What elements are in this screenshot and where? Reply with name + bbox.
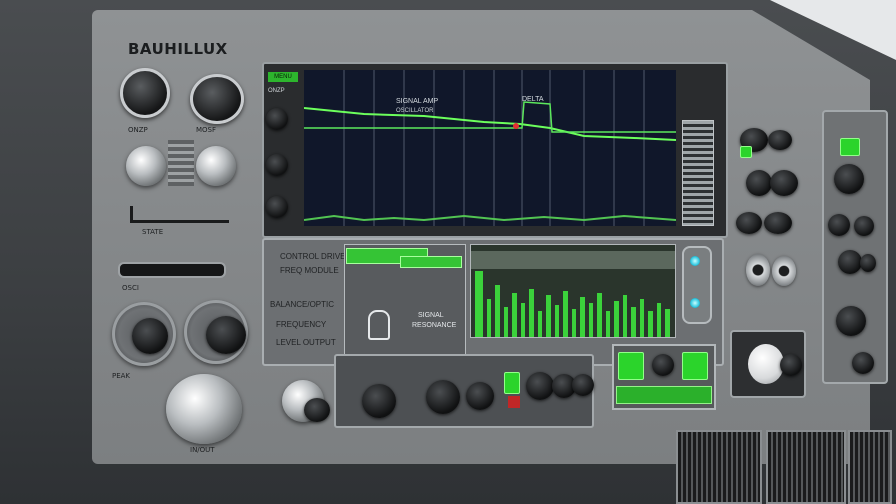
status-bar-2 [400, 256, 462, 268]
white-knob-side-cap[interactable] [780, 354, 802, 376]
screen-side-knob-1[interactable] [266, 108, 288, 130]
mid-tag-1: SIGNAL [418, 312, 444, 319]
mid-tag-2: RESONANCE [412, 322, 457, 329]
left-chrome-knob-1[interactable] [126, 146, 166, 186]
mid-label-left-top: CONTROL DRIVE [280, 252, 346, 261]
side-level-meter [682, 120, 714, 226]
scope-subtitle: OSCILLATOR [396, 108, 434, 114]
module-knob[interactable] [652, 354, 674, 376]
oscilloscope-waveform [304, 70, 676, 226]
left-upper-knob-2[interactable] [190, 74, 244, 124]
brand-logo: BAUHILLUX [128, 40, 228, 58]
spectrum-bars [471, 245, 675, 337]
right-column-knob-3[interactable] [854, 216, 874, 236]
left-label-3: STATE [142, 228, 164, 236]
right-column-green-light [840, 138, 860, 156]
switch-grille [168, 140, 194, 186]
left-chrome-knob-2[interactable] [196, 146, 236, 186]
bottom-red-indicator [508, 396, 520, 408]
right-column-knob-5[interactable] [860, 254, 876, 272]
right-knob-6[interactable] [764, 212, 792, 234]
right-column-knob-6[interactable] [836, 306, 866, 336]
spectrum-display [470, 244, 676, 338]
right-column-knob-7[interactable] [852, 352, 874, 374]
bottom-knob-2[interactable] [426, 380, 460, 414]
vent-grille-2 [766, 430, 846, 504]
left-label-5: PEAK [112, 372, 131, 380]
left-label-2: MOSF [196, 126, 217, 134]
right-knob-4[interactable] [770, 170, 798, 196]
bottom-knob-6[interactable] [572, 374, 594, 396]
scope-right-title: DELTA [522, 96, 544, 103]
right-knob-5[interactable] [736, 212, 762, 234]
mid-label-row2: FREQUENCY [276, 320, 327, 329]
mid-label-row3: LEVEL OUTPUT [276, 338, 336, 347]
left-label-1: ONZP [128, 126, 148, 134]
scope-title: SIGNAL AMP [396, 98, 439, 105]
module-green-light-2 [682, 352, 708, 380]
lock-icon [368, 310, 390, 340]
bottom-knob-4[interactable] [526, 372, 554, 400]
right-column-knob-1[interactable] [834, 164, 864, 194]
vent-grille-1 [676, 430, 762, 504]
module-green-strip [616, 386, 712, 404]
bottom-chrome-knob-cap[interactable] [304, 398, 330, 422]
module-green-light-1 [618, 352, 644, 380]
bottom-knob-1[interactable] [362, 384, 396, 418]
status-led-1 [690, 256, 700, 266]
left-ring-knob-1-cap[interactable] [132, 318, 168, 354]
input-jack-1[interactable] [746, 254, 770, 286]
bottom-green-indicator [504, 372, 520, 394]
screen-badge: MENU [268, 72, 298, 82]
left-label-4: OSCI [122, 284, 139, 292]
vent-grille-3 [848, 430, 892, 504]
fader-slot[interactable] [118, 262, 226, 278]
right-knob-3[interactable] [746, 170, 772, 196]
screen-side-label-1: ONZP [268, 88, 285, 94]
right-column-knob-2[interactable] [828, 214, 850, 236]
input-jack-2[interactable] [772, 256, 796, 286]
screen-side-knob-3[interactable] [266, 196, 288, 218]
large-chrome-knob[interactable] [166, 374, 242, 444]
bottom-knob-3[interactable] [466, 382, 494, 410]
white-knob[interactable] [748, 344, 784, 384]
left-label-6: IN/OUT [190, 446, 215, 454]
oscilloscope-display: SIGNAL AMP OSCILLATOR DELTA [304, 70, 676, 226]
bracket-line [130, 206, 229, 223]
mid-label-row1: BALANCE/OPTIC [270, 300, 335, 309]
right-knob-2[interactable] [768, 130, 792, 150]
screen-side-knob-2[interactable] [266, 154, 288, 176]
mid-label-left-mid: FREQ MODULE [280, 266, 339, 275]
right-column-knob-4[interactable] [838, 250, 862, 274]
status-led-2 [690, 298, 700, 308]
left-upper-knob-1[interactable] [120, 68, 170, 118]
left-ring-knob-2-cap[interactable] [206, 316, 246, 354]
right-green-light-1 [740, 146, 752, 158]
